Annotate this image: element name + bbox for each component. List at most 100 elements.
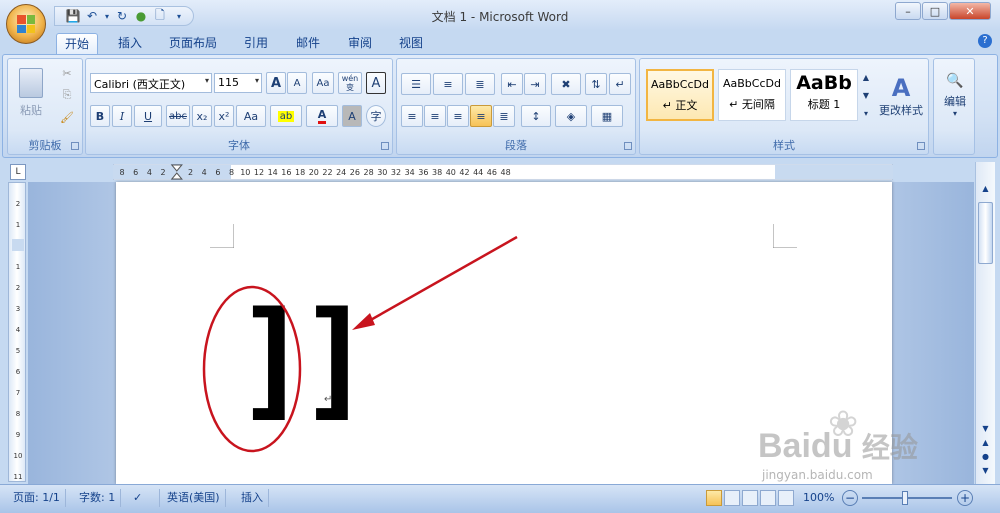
paste-button[interactable]: 粘贴: [14, 63, 48, 123]
vruler-tick-label: 8: [16, 410, 20, 418]
tab-insert[interactable]: 插入: [110, 33, 150, 54]
scroll-up-icon[interactable]: ▲: [979, 184, 992, 196]
draft-icon[interactable]: [778, 490, 794, 506]
tab-selector-icon[interactable]: L: [10, 164, 26, 180]
zoom-level[interactable]: 100%: [798, 489, 839, 507]
paragraph-launcher-icon[interactable]: [624, 142, 632, 150]
maximize-button[interactable]: □: [922, 2, 948, 20]
decrease-indent-icon[interactable]: ⇤: [501, 73, 523, 95]
scroll-down-icon[interactable]: ▼: [979, 424, 992, 436]
bold-label: B: [95, 109, 105, 123]
style-no-spacing[interactable]: AaBbCcDd ↵ 无间隔: [718, 69, 786, 121]
proofing-icon[interactable]: ✓: [128, 489, 160, 507]
styles-scroll-up-icon[interactable]: ▲: [860, 69, 872, 85]
copy-icon[interactable]: ⎘: [56, 84, 78, 106]
enclose-char-button[interactable]: 字: [366, 105, 386, 127]
ruler-tick-label: 22: [322, 168, 332, 177]
vruler-tick-label: 2: [16, 284, 20, 292]
browse-object-icon[interactable]: ●: [979, 452, 992, 464]
office-logo-icon: [17, 15, 35, 33]
bold-button[interactable]: B: [90, 105, 110, 127]
styles-launcher-icon[interactable]: [917, 142, 925, 150]
full-screen-icon[interactable]: [724, 490, 740, 506]
horizontal-ruler[interactable]: 8 6 4 2 2 4 6 8 10 12 14 16 18 20 22 24 26 28 30 32 34 36 38 40…: [113, 164, 893, 180]
tab-home[interactable]: 开始: [56, 33, 99, 54]
subscript-button[interactable]: x₂: [192, 105, 212, 127]
document-page[interactable]: ]] ↵: [116, 182, 892, 484]
insert-mode[interactable]: 插入: [236, 489, 269, 507]
styles-more-icon[interactable]: ▾: [860, 105, 872, 121]
vertical-ruler[interactable]: 211234567891011: [8, 182, 26, 482]
justify-icon[interactable]: ≡: [470, 105, 492, 127]
numbering-icon[interactable]: ≡: [433, 73, 463, 95]
web-layout-icon[interactable]: [742, 490, 758, 506]
styles-scroll-down-icon[interactable]: ▼: [860, 87, 872, 103]
strikethrough-button[interactable]: abc: [166, 105, 190, 127]
font-size-value: 115: [218, 76, 239, 89]
zoom-in-icon[interactable]: +: [957, 490, 973, 506]
tab-review[interactable]: 审阅: [340, 33, 380, 54]
clear-format-button[interactable]: Aa: [312, 72, 334, 94]
vertical-scrollbar[interactable]: ▲ ▼ ▲ ● ▼: [975, 162, 995, 484]
bullets-icon[interactable]: ☰: [401, 73, 431, 95]
char-border-button[interactable]: A: [366, 72, 386, 94]
superscript-button[interactable]: x²: [214, 105, 234, 127]
ruler-tick-label: 6: [133, 168, 138, 177]
shrink-font-button[interactable]: A: [287, 72, 307, 94]
zoom-slider-thumb[interactable]: [902, 491, 908, 505]
align-center-icon[interactable]: ≡: [424, 105, 446, 127]
minimize-button[interactable]: –: [895, 2, 921, 20]
zoom-out-icon[interactable]: −: [842, 490, 858, 506]
font-size-combo[interactable]: 115 ▾: [214, 73, 262, 93]
align-left-icon[interactable]: ≡: [401, 105, 423, 127]
font-name-combo[interactable]: Calibri (西文正文) ▾: [90, 73, 212, 93]
cut-icon[interactable]: ✂: [56, 62, 78, 84]
highlight-button[interactable]: ab: [270, 105, 302, 127]
close-button[interactable]: ✕: [949, 2, 991, 20]
format-painter-icon[interactable]: 🖌: [56, 106, 78, 128]
tab-mailings[interactable]: 邮件: [288, 33, 328, 54]
vruler-tick-label: 7: [16, 389, 20, 397]
tab-references[interactable]: 引用: [236, 33, 276, 54]
print-layout-icon[interactable]: [706, 490, 722, 506]
tab-page-layout[interactable]: 页面布局: [161, 33, 225, 54]
outline-icon[interactable]: [760, 490, 776, 506]
italic-button[interactable]: I: [112, 105, 132, 127]
font-group: Calibri (西文正文) ▾ 115 ▾ A A Aa wén 变 A B …: [85, 58, 393, 155]
ruler-tick-label: 28: [364, 168, 374, 177]
phonetic-guide-button[interactable]: wén 变: [338, 72, 362, 94]
office-button[interactable]: [6, 4, 46, 44]
shading-icon[interactable]: ◈: [555, 105, 587, 127]
scroll-thumb[interactable]: [978, 202, 993, 264]
style-normal[interactable]: AaBbCcDd ↵ 正文: [646, 69, 714, 121]
distributed-icon[interactable]: ≣: [493, 105, 515, 127]
style-heading1[interactable]: AaBb 标题 1: [790, 69, 858, 121]
tab-view[interactable]: 视图: [391, 33, 431, 54]
font-launcher-icon[interactable]: [381, 142, 389, 150]
line-spacing-icon[interactable]: ↕: [521, 105, 551, 127]
increase-indent-icon[interactable]: ⇥: [524, 73, 546, 95]
style-normal-name: ↵ 正文: [662, 99, 698, 112]
show-marks-icon[interactable]: ↵: [609, 73, 631, 95]
font-color-button[interactable]: A: [306, 105, 338, 127]
char-shading-button[interactable]: A: [342, 105, 362, 127]
clipboard-launcher-icon[interactable]: [71, 142, 79, 150]
underline-button[interactable]: U: [134, 105, 162, 127]
change-styles-icon: A: [891, 74, 911, 102]
sort-icon[interactable]: ⇅: [585, 73, 607, 95]
grow-font-button[interactable]: A: [266, 72, 286, 94]
ruler-tick-label: 24: [336, 168, 346, 177]
help-icon[interactable]: ?: [978, 34, 992, 48]
multilevel-list-icon[interactable]: ≣: [465, 73, 495, 95]
borders-icon[interactable]: ▦: [591, 105, 623, 127]
change-styles-button[interactable]: A 更改样式: [876, 65, 926, 127]
editing-button[interactable]: 🔍 编辑 ▾: [936, 65, 974, 125]
chinese-layout-icon[interactable]: ✖: [551, 73, 581, 95]
word-count[interactable]: 字数: 1: [74, 489, 122, 507]
prev-page-icon[interactable]: ▲: [979, 438, 992, 450]
language[interactable]: 英语(美国): [162, 489, 226, 507]
align-right-icon[interactable]: ≡: [447, 105, 469, 127]
next-page-icon[interactable]: ▼: [979, 466, 992, 478]
change-case-button[interactable]: Aa: [236, 105, 266, 127]
page-count[interactable]: 页面: 1/1: [8, 489, 66, 507]
